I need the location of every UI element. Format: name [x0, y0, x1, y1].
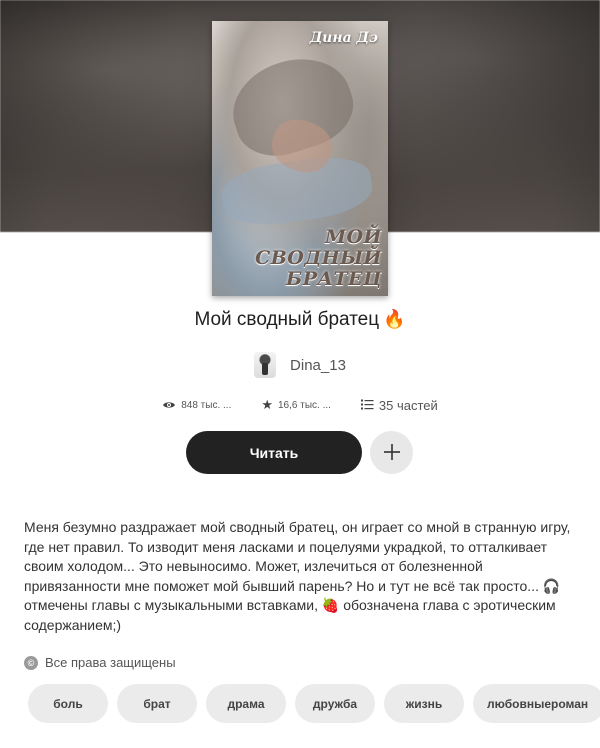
story-title: Мой сводный братец — [194, 309, 380, 330]
votes-count: 16,6 тыс. ... — [278, 399, 331, 411]
story-stats: 848 тыс. ... ★ 16,6 тыс. ... 35 частей — [0, 397, 600, 413]
parts-count: 35 частей — [378, 397, 438, 413]
star-icon: ★ — [261, 397, 273, 412]
tag-chip[interactable]: жизнь — [384, 684, 464, 723]
story-title-row: Мой сводный братец 🔥 — [0, 309, 600, 331]
story-description: Меня безумно раздражает мой сводный брат… — [24, 519, 571, 633]
copyright-icon: © — [24, 655, 38, 670]
copyright-row: © Все права защищены — [24, 655, 176, 670]
book-cover[interactable]: Дина Дэ МОЙ СВОДНЫЙ БРАТЕЦ — [212, 21, 388, 296]
eye-icon — [162, 398, 176, 413]
plus-icon — [383, 437, 401, 468]
cover-title-text: МОЙ СВОДНЫЙ БРАТЕЦ — [255, 227, 382, 290]
fire-icon: 🔥 — [383, 309, 406, 329]
copyright-text: Все права защищены — [45, 655, 176, 670]
author-name[interactable]: Dina_13 — [290, 357, 346, 374]
tag-chip[interactable]: боль — [28, 684, 108, 723]
views-stat: 848 тыс. ... — [162, 398, 231, 413]
tag-list: боль брат драма дружба жизнь любовныером… — [28, 684, 600, 724]
add-to-library-button[interactable] — [370, 431, 413, 474]
cover-title-line: СВОДНЫЙ — [255, 247, 382, 269]
parts-stat[interactable]: 35 частей — [360, 397, 438, 413]
tag-chip[interactable]: любовныероман — [473, 684, 600, 723]
list-icon — [360, 398, 374, 413]
tag-chip[interactable]: брат — [117, 684, 197, 723]
tag-chip[interactable]: драма — [206, 684, 286, 723]
tag-chip[interactable]: дружба — [295, 684, 375, 723]
cover-author-text: Дина Дэ — [309, 30, 378, 46]
author-row[interactable]: Dina_13 — [0, 352, 600, 378]
cover-title-line: БРАТЕЦ — [286, 268, 382, 290]
author-avatar[interactable] — [254, 352, 277, 378]
votes-stat: ★ 16,6 тыс. ... — [261, 397, 331, 413]
views-count: 848 тыс. ... — [181, 399, 232, 411]
read-button[interactable]: Читать — [186, 431, 362, 474]
cover-title-line: МОЙ — [324, 226, 382, 248]
